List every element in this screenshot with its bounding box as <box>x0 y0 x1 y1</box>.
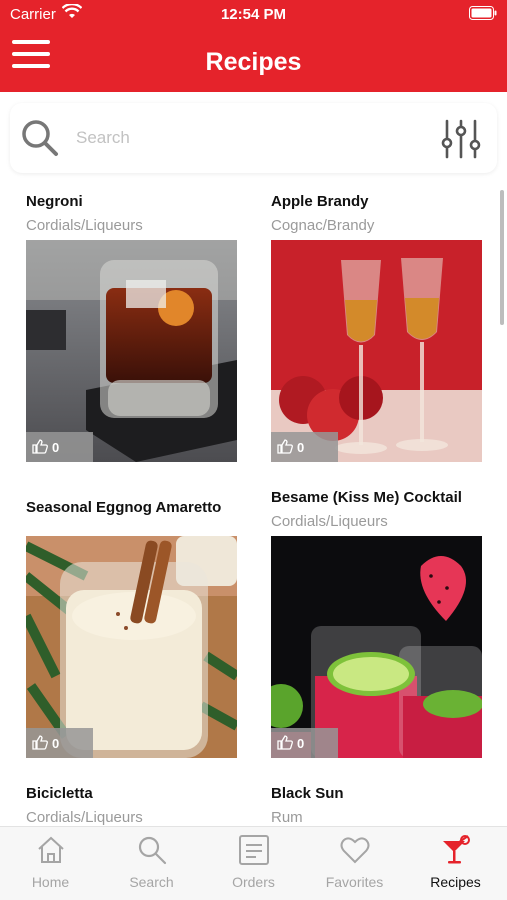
navigation-bar: Recipes <box>0 28 507 92</box>
scrollbar[interactable] <box>500 190 504 325</box>
tab-orders[interactable]: Orders <box>203 827 304 900</box>
recipe-category: Rum <box>271 809 303 826</box>
clock: 12:54 PM <box>220 6 287 23</box>
likes-badge[interactable]: 0 <box>271 728 338 758</box>
recipe-category: Cognac/Brandy <box>271 217 375 234</box>
orders-icon <box>239 835 269 865</box>
thumbs-up-icon <box>32 735 48 750</box>
likes-count: 0 <box>297 440 305 455</box>
thumbs-up-icon <box>277 439 293 454</box>
recipe-name: Besame (Kiss Me) Cocktail <box>271 489 462 506</box>
battery-icon <box>469 6 497 25</box>
tab-favorites[interactable]: Favorites <box>304 827 405 900</box>
likes-badge[interactable]: 0 <box>26 728 93 758</box>
search-input[interactable] <box>76 125 376 151</box>
tab-recipes[interactable]: Recipes <box>405 827 506 900</box>
thumbs-up-icon <box>32 439 48 454</box>
recipe-name: Bicicletta <box>26 785 93 802</box>
recipe-card-bicicletta[interactable]: Bicicletta Cordials/Liqueurs <box>26 775 258 826</box>
tab-label: Favorites <box>325 874 384 890</box>
tab-label: Home <box>31 874 70 890</box>
recipe-category: Cordials/Liqueurs <box>26 809 143 826</box>
recipe-name: Apple Brandy <box>271 193 369 210</box>
likes-badge[interactable]: 0 <box>26 432 93 462</box>
tab-home[interactable]: Home <box>0 827 101 900</box>
recipe-photo: 0 <box>26 536 237 758</box>
recipe-photo: 0 <box>271 536 482 758</box>
thumbs-up-icon <box>277 735 293 750</box>
home-icon <box>38 836 64 863</box>
recipe-card-black-sun[interactable]: Black Sun Rum <box>271 775 503 826</box>
recipe-photo: 0 <box>271 240 482 462</box>
search-icon <box>138 836 167 865</box>
status-bar: Carrier 12:54 PM <box>0 0 507 28</box>
tab-label: Orders <box>232 874 275 890</box>
recipe-grid: Negroni Cordials/Liqueurs 0 Apple Brandy… <box>0 183 507 826</box>
recipe-category: Cordials/Liqueurs <box>271 513 388 530</box>
recipe-name: Seasonal Eggnog Amaretto <box>26 499 222 516</box>
tab-label: Recipes <box>430 874 481 890</box>
likes-count: 0 <box>297 736 305 751</box>
recipe-card-apple-brandy[interactable]: Apple Brandy Cognac/Brandy 0 <box>271 183 503 473</box>
page-title: Recipes <box>205 48 302 76</box>
filter-sliders-icon[interactable] <box>441 119 481 164</box>
recipe-card-negroni[interactable]: Negroni Cordials/Liqueurs 0 <box>26 183 258 473</box>
cocktail-icon <box>443 835 470 864</box>
recipe-card-besame-cocktail[interactable]: Besame (Kiss Me) Cocktail Cordials/Lique… <box>271 479 503 769</box>
likes-count: 0 <box>52 440 60 455</box>
tab-label: Search <box>129 874 174 890</box>
recipe-name: Black Sun <box>271 785 344 802</box>
recipe-category: Cordials/Liqueurs <box>26 217 143 234</box>
likes-badge[interactable]: 0 <box>271 432 338 462</box>
heart-icon <box>340 837 370 864</box>
tab-search[interactable]: Search <box>101 827 202 900</box>
recipe-photo: 0 <box>26 240 237 462</box>
search-icon[interactable] <box>20 118 60 163</box>
recipe-card-seasonal-eggnog-amaretto[interactable]: Seasonal Eggnog Amaretto 0 <box>26 479 258 769</box>
recipe-name: Negroni <box>26 193 83 210</box>
search-bar <box>10 103 497 173</box>
likes-count: 0 <box>52 736 60 751</box>
tab-bar: Home Search Orders Favorites Recipes <box>0 826 507 900</box>
